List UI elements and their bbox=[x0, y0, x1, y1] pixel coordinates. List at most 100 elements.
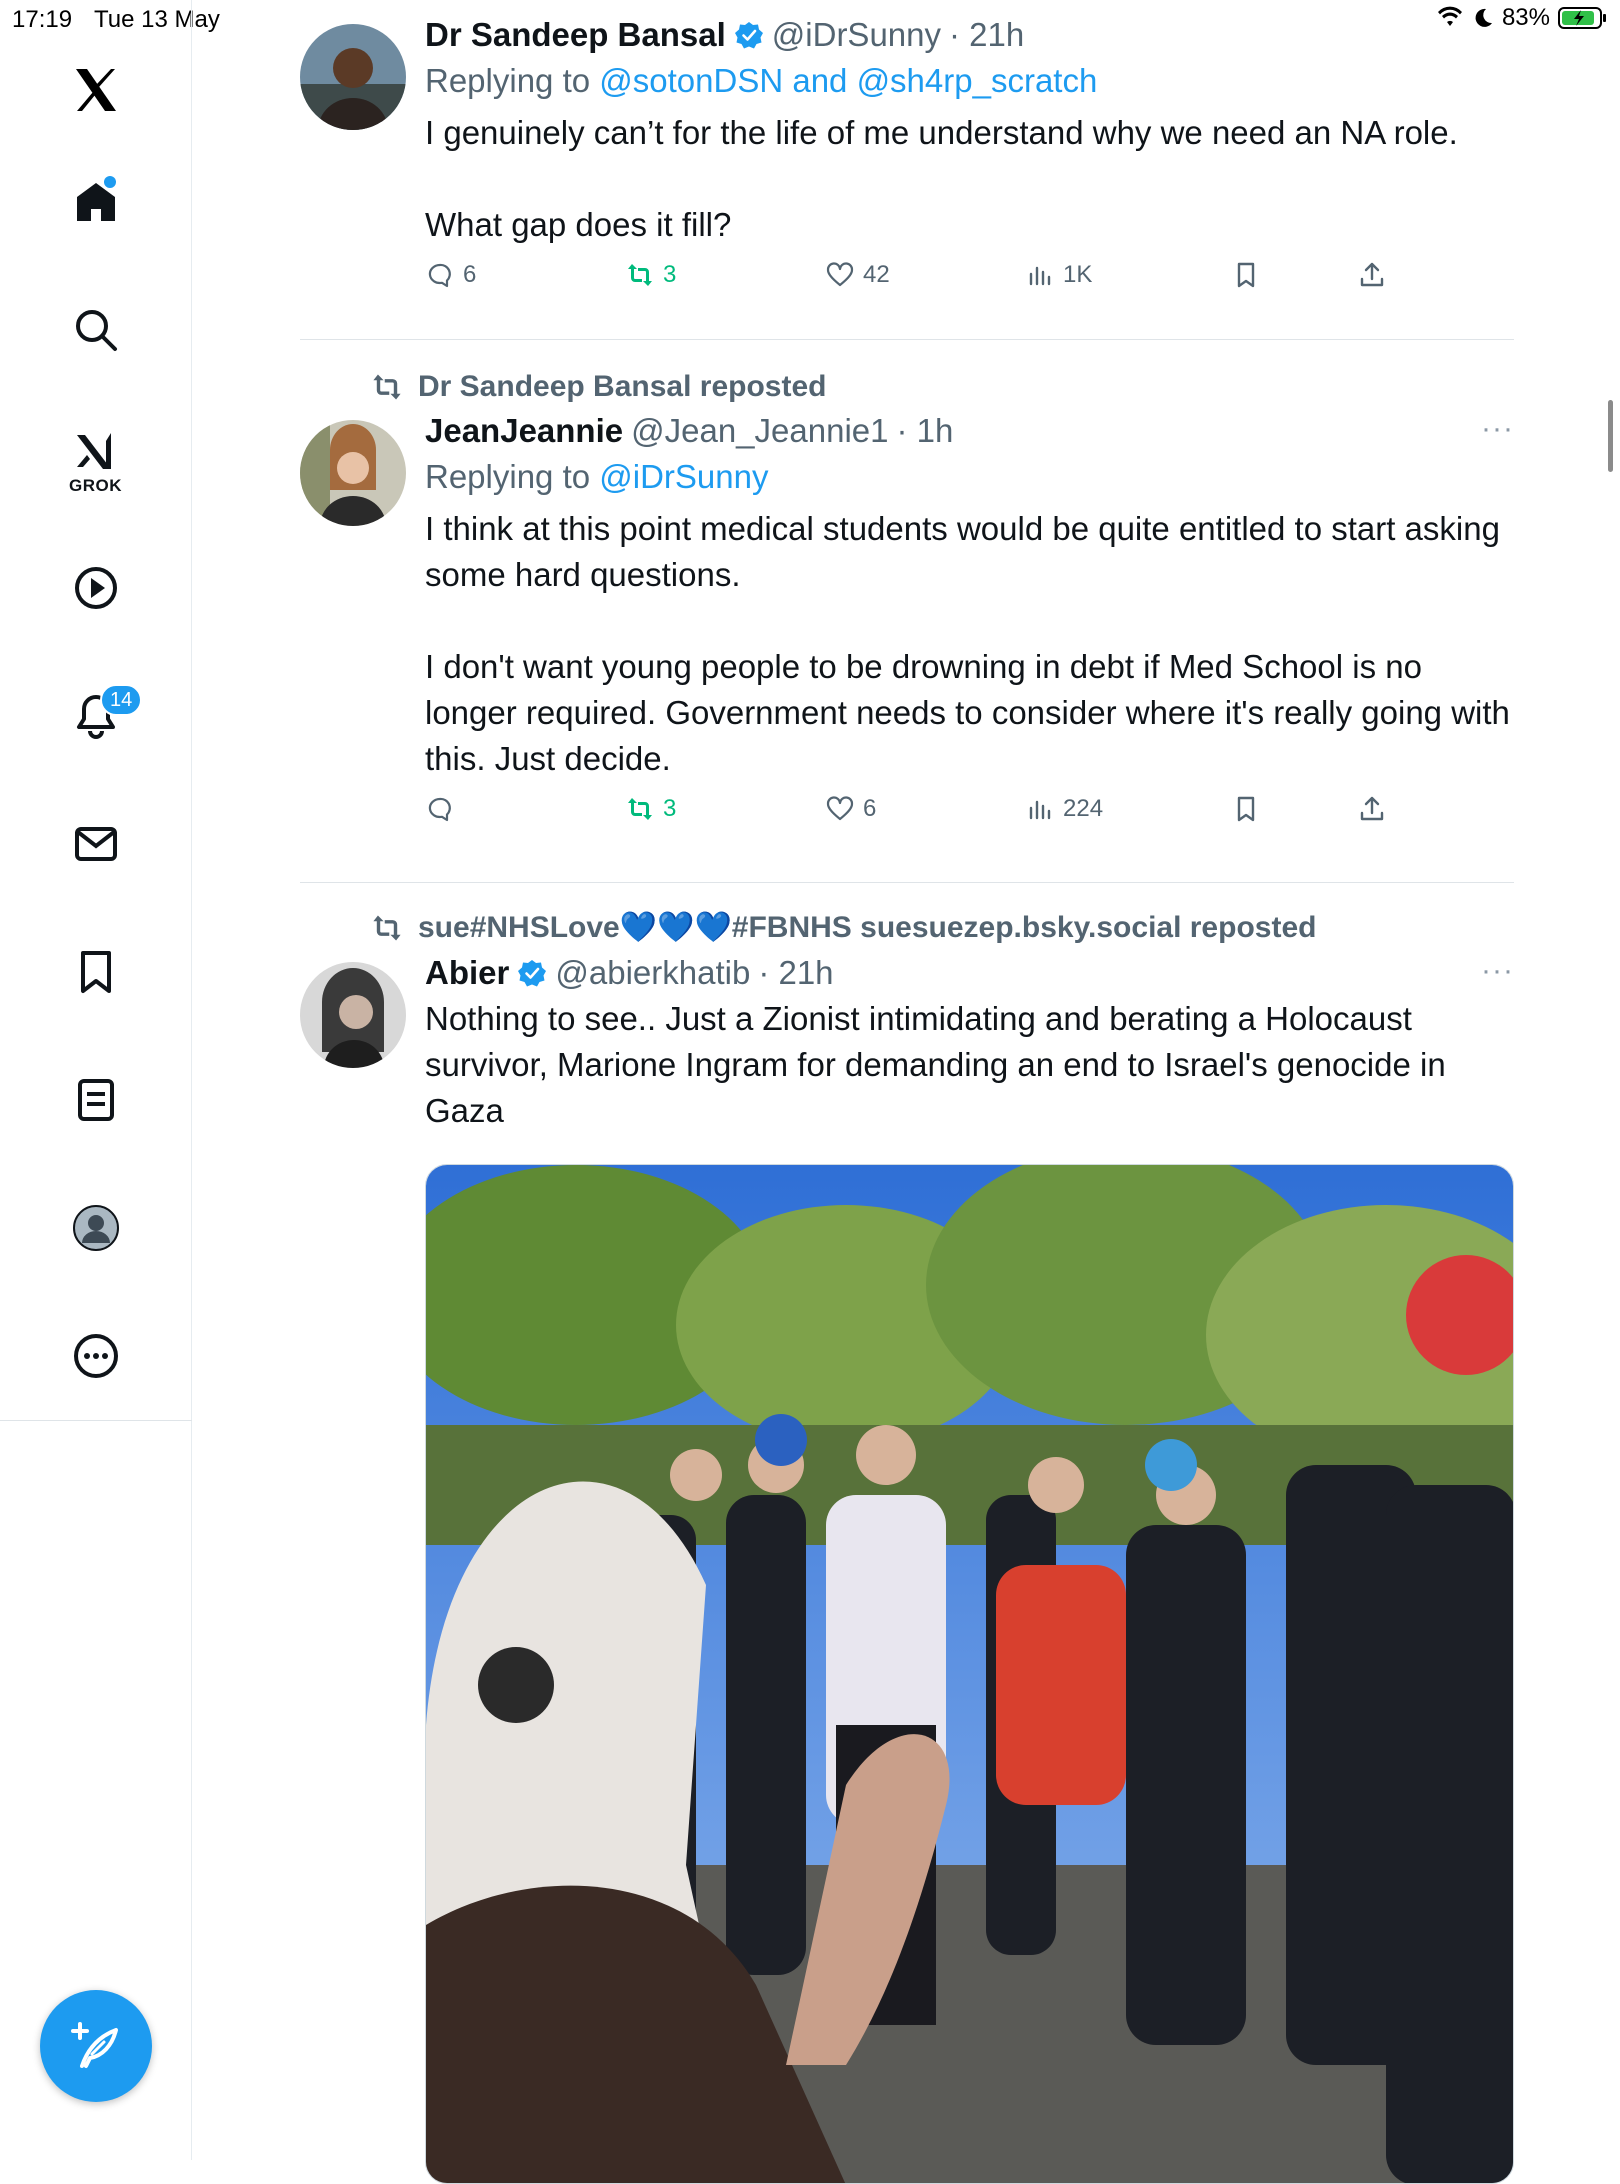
tweet-content: JeanJeannie @Jean_Jeannie1 · 1h ··· Repl… bbox=[425, 412, 1514, 834]
x-logo-icon[interactable] bbox=[60, 54, 132, 126]
tweet-paragraph: Nothing to see.. Just a Zionist intimida… bbox=[425, 1000, 1446, 1129]
compose-feather-icon bbox=[71, 2022, 118, 2068]
avatar[interactable] bbox=[300, 24, 406, 130]
play-icon bbox=[74, 567, 117, 609]
sidebar-divider bbox=[0, 1420, 192, 1421]
sidebar-item-bookmarks[interactable] bbox=[60, 936, 132, 1008]
heart-icon bbox=[826, 262, 854, 287]
repost-context-text[interactable]: Dr Sandeep Bansal reposted bbox=[418, 370, 826, 404]
compose-button[interactable] bbox=[40, 1990, 152, 2102]
home-unread-dot bbox=[103, 176, 116, 188]
tweet[interactable]: Dr Sandeep Bansal reposted JeanJeannie @… bbox=[300, 340, 1514, 884]
repost-context: Dr Sandeep Bansal reposted bbox=[370, 370, 826, 404]
bookmark-icon bbox=[1237, 796, 1255, 822]
grok-icon bbox=[76, 433, 111, 469]
sidebar-item-explore[interactable] bbox=[60, 294, 132, 366]
repost-button[interactable]: 3 bbox=[625, 260, 676, 290]
tweet-text: I genuinely can’t for the life of me und… bbox=[425, 110, 1514, 248]
tweet-paragraph: I think at this point medical students w… bbox=[425, 510, 1500, 593]
avatar[interactable] bbox=[300, 962, 406, 1068]
repost-count: 3 bbox=[663, 795, 677, 822]
repost-icon bbox=[628, 798, 652, 820]
replying-to-link[interactable]: @sotonDSN and @sh4rp_scratch bbox=[599, 62, 1097, 99]
tweet-text: Nothing to see.. Just a Zionist intimida… bbox=[425, 996, 1514, 1134]
heart-icon bbox=[826, 796, 854, 821]
tweet-divider bbox=[300, 882, 1514, 883]
bookmark-icon bbox=[1237, 262, 1255, 288]
author-name[interactable]: Abier bbox=[425, 954, 509, 992]
author-name[interactable]: JeanJeannie bbox=[425, 412, 623, 450]
tweet-video[interactable] bbox=[425, 1164, 1514, 2184]
battery-charging-icon bbox=[1558, 7, 1606, 29]
like-button[interactable]: 6 bbox=[825, 794, 876, 824]
tweet-paragraph: I genuinely can’t for the life of me und… bbox=[425, 114, 1458, 151]
sidebar-item-lists[interactable] bbox=[60, 1064, 132, 1136]
tweet-actions: 6 3 42 1K bbox=[425, 260, 1514, 300]
share-icon bbox=[1360, 796, 1384, 821]
views-count: 224 bbox=[1063, 795, 1104, 822]
more-options-icon[interactable]: ··· bbox=[1481, 954, 1514, 988]
envelope-icon bbox=[74, 827, 117, 861]
replying-to-label: Replying to bbox=[425, 62, 600, 99]
like-count: 6 bbox=[863, 795, 877, 822]
tweet-header: Abier @abierkhatib · 21h bbox=[425, 954, 1514, 992]
sidebar: GROK 14 bbox=[0, 0, 192, 2160]
tweet-text: I think at this point medical students w… bbox=[425, 506, 1514, 782]
replying-to: Replying to @iDrSunny bbox=[425, 458, 1514, 496]
bookmark-button[interactable] bbox=[1231, 794, 1261, 824]
tweet[interactable]: sue#NHSLove💙💙💙#FBNHS suesuezep.bsky.soci… bbox=[300, 884, 1514, 2184]
timeline-feed: Dr Sandeep Bansal @iDrSunny · 21h Replyi… bbox=[300, 0, 1514, 2184]
sidebar-item-messages[interactable] bbox=[60, 808, 132, 880]
author-handle[interactable]: @Jean_Jeannie1 bbox=[631, 412, 888, 450]
verified-badge-icon bbox=[518, 960, 547, 987]
more-options-icon[interactable]: ··· bbox=[1481, 412, 1514, 446]
tweet-header: JeanJeannie @Jean_Jeannie1 · 1h bbox=[425, 412, 1514, 450]
sidebar-item-home[interactable] bbox=[60, 166, 132, 238]
replying-to-link[interactable]: @iDrSunny bbox=[599, 458, 768, 495]
tweet-content: Abier @abierkhatib · 21h ··· Nothing to … bbox=[425, 954, 1514, 1134]
sidebar-item-profile[interactable] bbox=[60, 1192, 132, 1264]
repost-icon bbox=[373, 374, 401, 400]
views-button[interactable]: 224 bbox=[1025, 794, 1103, 824]
replying-to-label: Replying to bbox=[425, 458, 600, 495]
repost-icon bbox=[628, 264, 652, 286]
tweet-time: · 21h bbox=[758, 954, 834, 991]
tweet-header: Dr Sandeep Bansal @iDrSunny · 21h bbox=[425, 16, 1514, 54]
share-button[interactable] bbox=[1357, 260, 1387, 290]
reply-button[interactable]: 6 bbox=[425, 260, 476, 290]
profile-avatar-icon bbox=[72, 1205, 119, 1251]
scrollbar-thumb[interactable] bbox=[1608, 400, 1613, 472]
repost-context-text[interactable]: sue#NHSLove💙💙💙#FBNHS suesuezep.bsky.soci… bbox=[418, 910, 1316, 945]
tweet-time: · 1h bbox=[896, 412, 954, 449]
views-button[interactable]: 1K bbox=[1025, 260, 1092, 290]
author-handle[interactable]: @abierkhatib bbox=[555, 954, 750, 992]
author-name[interactable]: Dr Sandeep Bansal bbox=[425, 16, 726, 54]
like-count: 42 bbox=[863, 261, 890, 288]
tweet-time: · 21h bbox=[949, 16, 1025, 53]
bookmark-button[interactable] bbox=[1231, 260, 1261, 290]
sidebar-item-video[interactable] bbox=[60, 552, 132, 624]
tweet[interactable]: Dr Sandeep Bansal @iDrSunny · 21h Replyi… bbox=[300, 0, 1514, 340]
like-button[interactable]: 42 bbox=[825, 260, 890, 290]
reply-icon bbox=[428, 263, 451, 288]
verified-badge-icon bbox=[734, 22, 763, 49]
bookmark-icon bbox=[80, 951, 111, 993]
search-icon bbox=[75, 310, 117, 351]
share-button[interactable] bbox=[1357, 794, 1387, 824]
repost-context: sue#NHSLove💙💙💙#FBNHS suesuezep.bsky.soci… bbox=[370, 910, 1316, 945]
reply-button[interactable] bbox=[425, 794, 463, 824]
repost-icon bbox=[373, 915, 401, 940]
reply-icon bbox=[428, 797, 451, 822]
tweet-content: Dr Sandeep Bansal @iDrSunny · 21h Replyi… bbox=[425, 16, 1514, 300]
repost-button[interactable]: 3 bbox=[625, 794, 676, 824]
sidebar-item-more[interactable] bbox=[60, 1320, 132, 1392]
tweet-paragraph: I don't want young people to be drowning… bbox=[425, 648, 1510, 777]
author-handle[interactable]: @iDrSunny bbox=[772, 16, 941, 54]
views-count: 1K bbox=[1063, 261, 1093, 288]
share-icon bbox=[1360, 262, 1384, 287]
avatar[interactable] bbox=[300, 420, 406, 526]
views-chart-icon bbox=[1029, 800, 1051, 820]
grok-label: GROK bbox=[69, 476, 122, 495]
more-circle-icon bbox=[73, 1334, 118, 1378]
repost-count: 3 bbox=[663, 261, 677, 288]
